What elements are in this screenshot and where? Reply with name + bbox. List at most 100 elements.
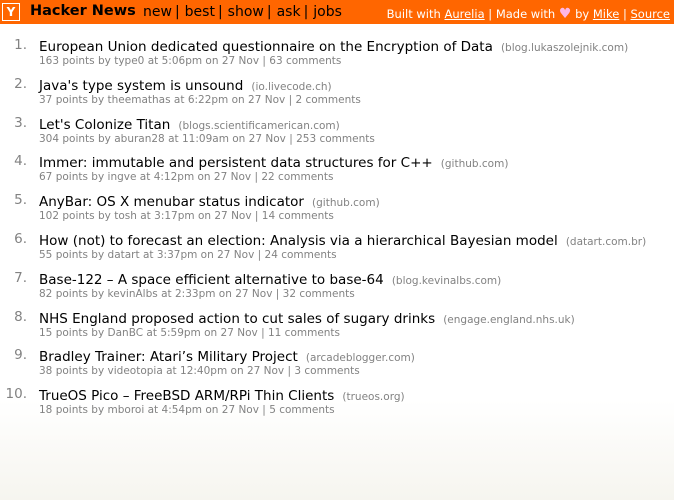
credits: Built with Aurelia | Made with ♥ by Mike… xyxy=(387,6,670,22)
nav-separator: | xyxy=(266,4,272,20)
story-user-link[interactable]: videotopia xyxy=(108,365,163,377)
story-item: 9. Bradley Trainer: Atari’s Military Pro… xyxy=(0,344,674,383)
story-comments-link[interactable]: 5 comments xyxy=(269,404,334,416)
story-time-link[interactable]: 2:33pm on 27 Nov xyxy=(175,288,272,300)
story-domain[interactable]: (engage.england.nhs.uk) xyxy=(443,314,575,326)
story-title-link[interactable]: Bradley Trainer: Atari’s Military Projec… xyxy=(39,349,298,365)
story-title-line: Bradley Trainer: Atari’s Military Projec… xyxy=(39,346,415,365)
story-comments-link[interactable]: 2 comments xyxy=(295,94,360,106)
source-link[interactable]: Source xyxy=(631,7,671,21)
story-by-text: by xyxy=(97,132,111,145)
story-user-link[interactable]: aburan28 xyxy=(114,133,165,145)
story-by-text: by xyxy=(97,55,111,67)
story-domain[interactable]: (io.livecode.ch) xyxy=(251,81,331,93)
story-user-link[interactable]: kevinAlbs xyxy=(108,288,158,300)
story-rank: 4. xyxy=(14,153,27,170)
story-rank: 5. xyxy=(14,192,27,209)
story-at-text: at xyxy=(173,93,185,106)
story-title-link[interactable]: AnyBar: OS X menubar status indicator xyxy=(39,194,304,210)
story-item: 4. Immer: immutable and persistent data … xyxy=(0,150,674,189)
story-rank: 1. xyxy=(14,37,27,53)
story-domain[interactable]: (github.com) xyxy=(441,158,509,170)
story-points: 102 points xyxy=(39,210,95,223)
story-domain[interactable]: (github.com) xyxy=(312,197,380,209)
story-title-link[interactable]: Base-122 – A space efficient alternative… xyxy=(39,272,384,288)
story-rank: 10. xyxy=(5,386,27,403)
story-comments-link[interactable]: 22 comments xyxy=(261,171,333,183)
story-at-text: at xyxy=(140,210,151,223)
story-item: 7. Base-122 – A space efficient alternat… xyxy=(0,267,674,306)
story-user-link[interactable]: mboroi xyxy=(108,404,145,416)
story-by-text: by xyxy=(91,326,105,339)
story-meta: 38 points by videotopia at 12:40pm on 27… xyxy=(39,365,360,377)
story-domain[interactable]: (blog.lukaszolejnik.com) xyxy=(501,42,628,54)
story-time-link[interactable]: 3:37pm on 27 Nov xyxy=(157,249,254,261)
story-comments-link[interactable]: 11 comments xyxy=(268,327,340,339)
story-comments-link[interactable]: 3 comments xyxy=(294,365,359,377)
story-time-link[interactable]: 4:54pm on 27 Nov xyxy=(162,404,259,416)
story-rank: 3. xyxy=(14,114,27,131)
story-user-link[interactable]: type0 xyxy=(114,55,144,67)
story-meta: 55 points by datart at 3:37pm on 27 Nov … xyxy=(39,249,337,261)
story-title-link[interactable]: European Union dedicated questionnaire o… xyxy=(39,39,493,55)
story-user-link[interactable]: DanBC xyxy=(108,327,144,339)
story-title-line: How (not) to forecast an election: Analy… xyxy=(39,230,646,249)
story-rank: 8. xyxy=(14,308,27,325)
story-title-link[interactable]: NHS England proposed action to cut sales… xyxy=(39,311,435,327)
story-time-link[interactable]: 11:09am on 27 Nov xyxy=(182,133,286,145)
story-domain[interactable]: (blog.kevinalbs.com) xyxy=(392,275,501,287)
story-time-link[interactable]: 12:40pm on 27 Nov xyxy=(180,365,284,377)
nav-best[interactable]: best xyxy=(185,4,215,20)
site-title[interactable]: Hacker News xyxy=(30,3,136,19)
nav-new[interactable]: new xyxy=(143,4,172,20)
story-time-link[interactable]: 5:06pm on 27 Nov xyxy=(162,55,259,67)
story-domain[interactable]: (datart.com.br) xyxy=(566,236,646,248)
story-points: 163 points xyxy=(39,55,95,67)
story-meta-separator: | xyxy=(254,171,259,184)
story-title-line: AnyBar: OS X menubar status indicator (g… xyxy=(39,191,380,210)
story-points: 55 points xyxy=(39,248,88,261)
story-comments-link[interactable]: 253 comments xyxy=(296,133,375,145)
story-user-link[interactable]: theemathas xyxy=(108,94,171,106)
story-by-text: by xyxy=(91,93,105,106)
story-at-text: at xyxy=(168,132,179,145)
story-title-link[interactable]: Let's Colonize Titan xyxy=(39,117,170,133)
story-title-link[interactable]: How (not) to forecast an election: Analy… xyxy=(39,233,558,249)
story-item: 10. TrueOS Pico – FreeBSD ARM/RPi Thin C… xyxy=(0,383,674,422)
story-domain[interactable]: (blogs.scientificamerican.com) xyxy=(178,120,339,132)
story-time-link[interactable]: 4:12pm on 27 Nov xyxy=(154,171,251,183)
story-by-text: by xyxy=(91,404,105,417)
story-meta: 102 points by tosh at 3:17pm on 27 Nov |… xyxy=(39,210,334,222)
story-by-text: by xyxy=(91,248,105,261)
author-link[interactable]: Mike xyxy=(593,7,619,21)
story-comments-link[interactable]: 24 comments xyxy=(265,249,337,261)
story-meta-separator: | xyxy=(289,132,293,145)
y-logo-icon[interactable]: Y xyxy=(2,3,20,21)
nav-show[interactable]: show xyxy=(228,4,264,20)
story-title-link[interactable]: Java's type system is unsound xyxy=(39,78,243,94)
aurelia-link[interactable]: Aurelia xyxy=(444,7,484,21)
story-at-text: at xyxy=(139,171,151,184)
story-comments-link[interactable]: 63 comments xyxy=(269,55,341,67)
story-user-link[interactable]: tosh xyxy=(114,210,137,222)
story-domain[interactable]: (arcadeblogger.com) xyxy=(306,352,415,364)
story-user-link[interactable]: datart xyxy=(108,249,140,261)
nav-separator: | xyxy=(303,4,309,20)
credits-separator: | xyxy=(622,7,627,21)
story-time-link[interactable]: 3:17pm on 27 Nov xyxy=(154,210,251,222)
made-with-text: Made with xyxy=(495,7,556,21)
story-comments-link[interactable]: 32 comments xyxy=(283,288,355,300)
story-title-link[interactable]: Immer: immutable and persistent data str… xyxy=(39,155,433,171)
story-time-link[interactable]: 5:59pm on 27 Nov xyxy=(160,327,257,339)
story-time-link[interactable]: 6:22pm on 27 Nov xyxy=(188,94,285,106)
story-domain[interactable]: (trueos.org) xyxy=(342,391,404,403)
nav-ask[interactable]: ask xyxy=(277,4,301,20)
heart-icon: ♥ xyxy=(558,6,572,22)
story-user-link[interactable]: ingve xyxy=(108,171,137,183)
story-rank: 7. xyxy=(14,269,27,286)
story-comments-link[interactable]: 14 comments xyxy=(262,210,334,222)
story-meta-separator: | xyxy=(262,404,266,417)
story-title-link[interactable]: TrueOS Pico – FreeBSD ARM/RPi Thin Clien… xyxy=(39,388,334,404)
story-meta-separator: | xyxy=(288,93,293,106)
nav-jobs[interactable]: jobs xyxy=(313,4,342,20)
